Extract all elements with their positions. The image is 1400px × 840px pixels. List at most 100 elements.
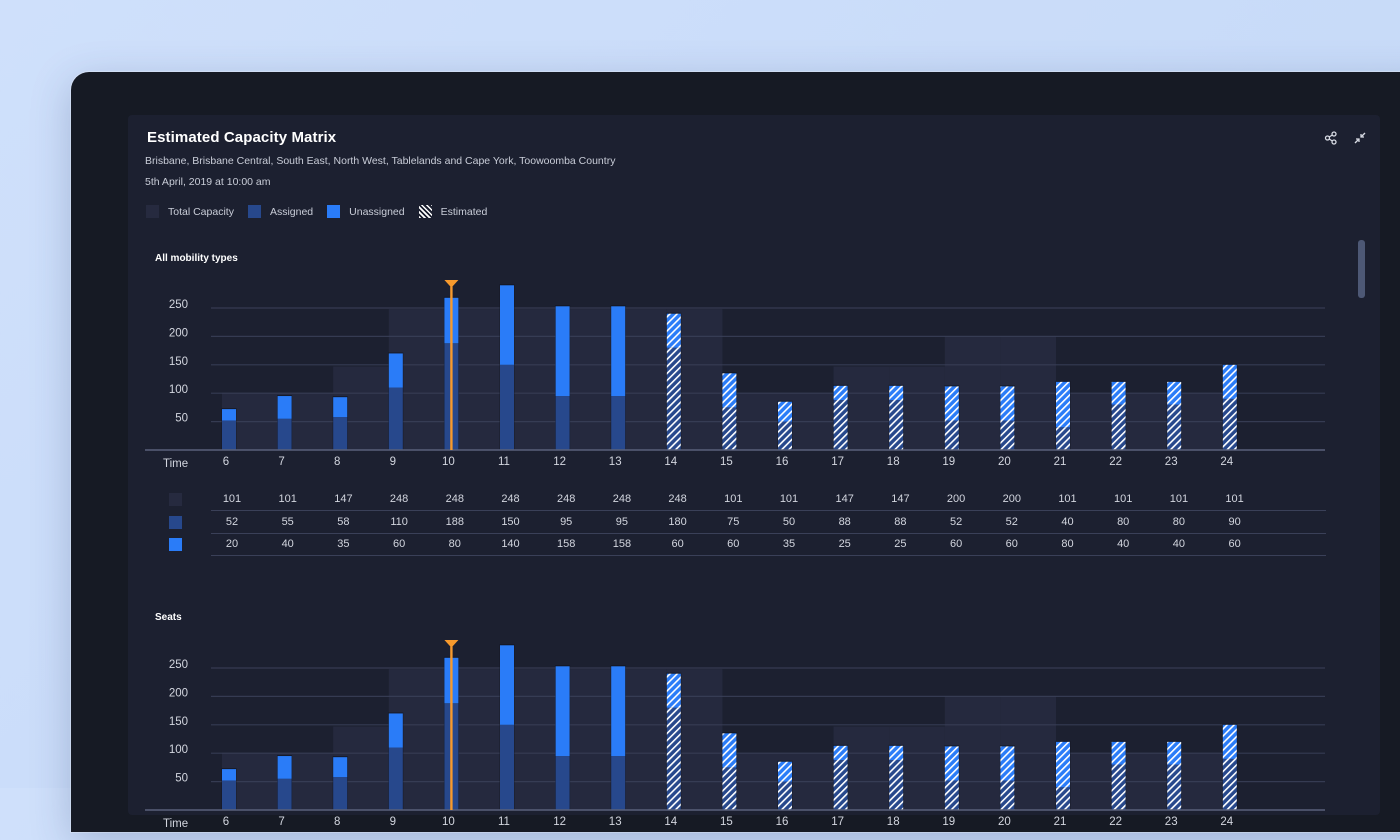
x-tick-label: 19	[942, 816, 955, 828]
y-tick-label: 150	[169, 356, 188, 368]
table-cell: 60	[392, 538, 406, 550]
x-tick-label: 20	[998, 816, 1011, 828]
x-tick-label: 8	[334, 456, 340, 468]
bar-assigned	[277, 418, 292, 450]
chart-all-mobility-types: 50 100 150 200 250 Time 6 7 8 9 10 11 12 13 14 15 16 17 18…	[145, 280, 1325, 470]
table-cell: 248	[612, 493, 632, 505]
bar-assigned	[666, 347, 681, 450]
legend-label: Assigned	[269, 205, 314, 218]
table-cell: 200	[1002, 493, 1021, 505]
table-cell: 101	[779, 493, 799, 505]
table-cell: 75	[727, 516, 740, 528]
bar-unassigned	[611, 306, 626, 397]
bar-assigned	[222, 420, 236, 450]
table-cell: 25	[838, 538, 851, 550]
bar-unassigned	[388, 353, 403, 388]
x-tick-label: 17	[831, 816, 844, 828]
bar-unassigned	[778, 761, 792, 782]
bar-unassigned	[1222, 364, 1237, 399]
table-cell: 101	[222, 493, 242, 505]
y-tick-label: 150	[169, 716, 188, 728]
share-button[interactable]	[1324, 131, 1338, 145]
table-cell: 52	[225, 516, 239, 528]
x-axis-title: Time	[163, 818, 188, 830]
bar-assigned	[833, 400, 848, 450]
bar-assigned	[611, 756, 626, 810]
bar-assigned	[1167, 404, 1182, 450]
table-cell: 40	[1061, 516, 1074, 528]
table-cell: 248	[389, 493, 409, 505]
table-cell: 158	[612, 538, 632, 550]
table-cell: 140	[501, 538, 520, 550]
bar-assigned	[722, 407, 737, 450]
chart-title-seats: Seats	[155, 612, 182, 623]
x-tick-label: 8	[334, 816, 340, 828]
table-cell: 110	[390, 516, 408, 528]
total-capacity-swatch	[146, 205, 159, 218]
bar-assigned	[833, 760, 848, 810]
table-cell: 188	[445, 516, 464, 528]
bar-unassigned	[1000, 746, 1015, 781]
bar-assigned	[1000, 780, 1015, 810]
bar-unassigned	[1167, 741, 1182, 765]
bar-unassigned	[1167, 381, 1182, 405]
scrollbar-thumb[interactable]	[1358, 240, 1365, 298]
x-tick-label: 17	[831, 456, 844, 468]
datetime-label: 5th April, 2019 at 10:00 am	[145, 176, 271, 188]
table-cell: 158	[557, 538, 576, 550]
table-cell: 35	[337, 538, 350, 550]
estimated-hatch-swatch	[418, 205, 432, 218]
table-cell: 52	[1005, 516, 1018, 528]
table-cell: 52	[949, 516, 963, 528]
bar-assigned	[1167, 764, 1182, 810]
table-cell: 90	[1228, 516, 1241, 528]
bar-assigned	[1000, 420, 1015, 450]
collapse-button[interactable]	[1353, 131, 1367, 145]
x-tick-label: 15	[720, 816, 733, 828]
legend-item-unassigned: Unassigned	[327, 205, 405, 218]
y-tick-label: 200	[169, 687, 188, 699]
x-tick-label: 11	[498, 816, 510, 828]
x-tick-label: 16	[776, 816, 789, 828]
x-tick-label: 13	[609, 456, 622, 468]
table-row-divider	[211, 555, 1326, 556]
legend-item-estimated: Estimated	[418, 205, 488, 218]
bar-assigned	[1222, 398, 1237, 450]
bar-unassigned	[889, 385, 904, 401]
table-row-divider	[211, 510, 1326, 511]
table-cell: 40	[281, 538, 294, 550]
table-cell: 95	[560, 516, 573, 528]
legend-label: Unassigned	[349, 205, 405, 218]
x-tick-label: 24	[1220, 816, 1233, 828]
y-tick-label: 50	[175, 773, 188, 785]
bar-assigned	[944, 780, 959, 810]
legend-label: Estimated	[440, 205, 488, 218]
bar-assigned	[944, 420, 959, 450]
y-tick-label: 250	[169, 299, 188, 311]
table-cell: 88	[894, 516, 907, 528]
x-tick-label: 6	[223, 456, 229, 468]
x-tick-label: 10	[442, 456, 455, 468]
assigned-swatch	[247, 205, 261, 218]
bar-unassigned	[555, 666, 570, 757]
bar-unassigned	[889, 745, 904, 761]
bar-unassigned	[833, 745, 848, 761]
x-tick-label: 9	[390, 816, 396, 828]
table-cell: 147	[334, 493, 353, 505]
x-tick-label: 12	[553, 456, 566, 468]
table-cell: 101	[1225, 493, 1244, 505]
x-tick-label: 13	[609, 816, 622, 828]
bar-assigned	[500, 724, 514, 810]
x-tick-label: 7	[278, 816, 284, 828]
bar-assigned	[778, 421, 792, 450]
bar-assigned	[889, 760, 904, 810]
x-tick-label: 11	[498, 456, 510, 468]
bar-unassigned	[500, 285, 514, 365]
bar-unassigned	[944, 746, 959, 781]
x-tick-label: 20	[998, 456, 1011, 468]
y-tick-label: 250	[169, 659, 188, 671]
bar-unassigned	[500, 645, 514, 725]
bar-unassigned	[1000, 386, 1015, 421]
table-cell: 80	[448, 538, 461, 550]
bar-unassigned	[722, 733, 737, 768]
